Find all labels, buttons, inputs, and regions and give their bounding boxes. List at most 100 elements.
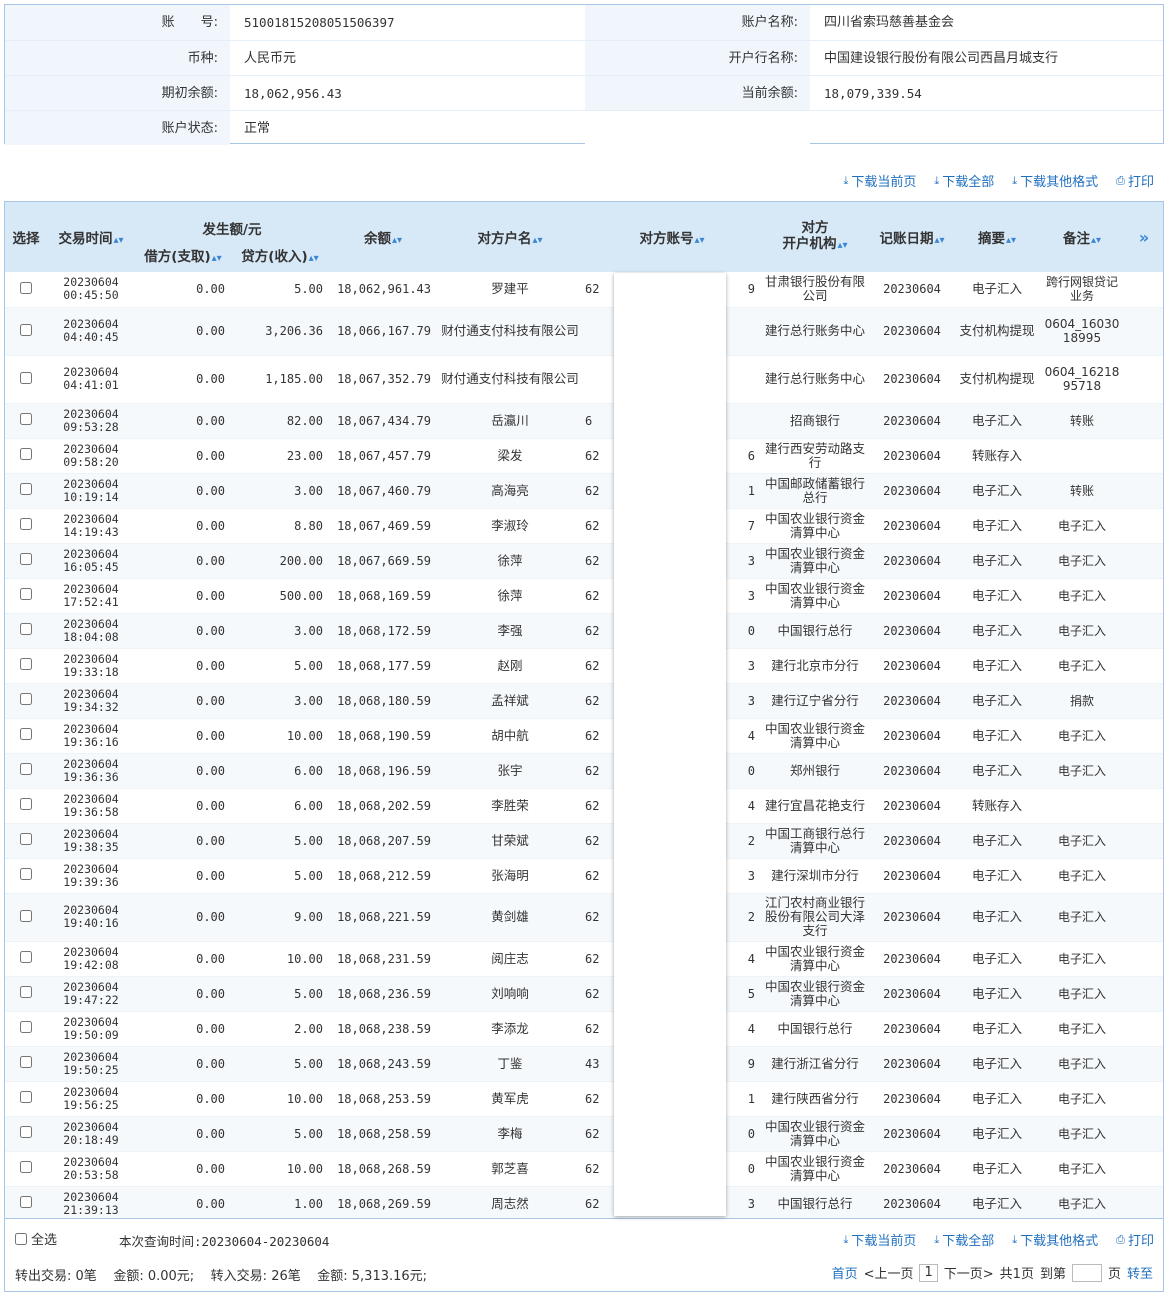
row-select[interactable] <box>5 355 47 404</box>
row-select[interactable] <box>5 858 47 894</box>
table-row[interactable]: 20230604 19:42:08 0.00 10.00 18,068,231.59 阅庄… <box>5 941 1163 977</box>
col-summary[interactable]: 摘要▴▾ <box>955 202 1039 272</box>
row-select[interactable] <box>5 1046 47 1082</box>
table-row[interactable]: 20230604 18:04:08 0.00 3.00 18,068,172.59 李强 6… <box>5 613 1163 649</box>
row-checkbox[interactable] <box>20 518 32 530</box>
table-row[interactable]: 20230604 00:45:50 0.00 5.00 18,062,961.43 罗建平… <box>5 272 1163 308</box>
row-checkbox[interactable] <box>20 909 32 922</box>
row-select[interactable] <box>5 543 47 579</box>
row-checkbox[interactable] <box>20 448 32 460</box>
goto-page-input[interactable] <box>1071 1263 1102 1282</box>
col-party-name[interactable]: 对方户名▴▾ <box>437 202 583 272</box>
table-row[interactable]: 20230604 19:50:25 0.00 5.00 18,068,243.59 丁鉴 4… <box>5 1046 1163 1082</box>
row-checkbox[interactable] <box>20 868 32 880</box>
col-party-bank[interactable]: 对方 开户机构▴▾ <box>761 202 869 272</box>
row-checkbox[interactable] <box>20 1196 32 1208</box>
row-checkbox[interactable] <box>20 588 32 600</box>
table-row[interactable]: 20230604 19:39:36 0.00 5.00 18,068,212.59 张海明… <box>5 858 1163 894</box>
download-all-link[interactable]: ⤓ 下载全部 <box>934 171 994 191</box>
row-select[interactable] <box>5 648 47 684</box>
row-checkbox[interactable] <box>20 833 32 845</box>
row-checkbox[interactable] <box>20 413 32 425</box>
table-row[interactable]: 20230604 19:36:16 0.00 10.00 18,068,190.59 胡中… <box>5 718 1163 754</box>
row-checkbox[interactable] <box>20 658 32 670</box>
table-row[interactable]: 20230604 19:36:36 0.00 6.00 18,068,196.59 张宇 6… <box>5 753 1163 789</box>
row-checkbox[interactable] <box>20 323 32 336</box>
more-columns-button[interactable]: » <box>1125 202 1163 272</box>
download-other-link[interactable]: ⤓ 下载其他格式 <box>1012 171 1098 191</box>
table-row[interactable]: 20230604 14:19:43 0.00 8.80 18,067,469.59 李淑玲… <box>5 508 1163 544</box>
row-select[interactable] <box>5 578 47 614</box>
row-checkbox[interactable] <box>20 483 32 495</box>
col-debit[interactable]: 借方(支取)▴▾ <box>135 238 231 272</box>
col-remark[interactable]: 备注▴▾ <box>1039 202 1125 272</box>
row-select[interactable] <box>5 613 47 649</box>
row-checkbox[interactable] <box>20 1056 32 1068</box>
row-select[interactable] <box>5 1151 47 1187</box>
col-credit[interactable]: 贷方(收入)▴▾ <box>231 238 329 272</box>
table-row[interactable]: 20230604 09:53:28 0.00 82.00 18,067,434.79 岳瀛… <box>5 403 1163 439</box>
row-checkbox[interactable] <box>20 1091 32 1103</box>
next-page-link[interactable]: 下一页> <box>944 1263 994 1282</box>
col-time[interactable]: 交易时间▴▾ <box>47 202 135 272</box>
table-row[interactable]: 20230604 19:33:18 0.00 5.00 18,068,177.59 赵刚 6… <box>5 648 1163 684</box>
table-row[interactable]: 20230604 19:47:22 0.00 5.00 18,068,236.59 刘响响… <box>5 976 1163 1012</box>
row-select[interactable] <box>5 403 47 439</box>
table-row[interactable]: 20230604 10:19:14 0.00 3.00 18,067,460.79 高海亮… <box>5 473 1163 509</box>
download-page-link[interactable]: ⤓ 下载当前页 <box>844 1230 917 1250</box>
table-row[interactable]: 20230604 04:41:01 0.00 1,185.00 18,067,352.7… <box>5 355 1163 404</box>
first-page-link[interactable]: 首页 <box>832 1263 858 1282</box>
prev-page-link[interactable]: <上一页 <box>864 1263 914 1282</box>
row-select[interactable] <box>5 1011 47 1047</box>
row-checkbox[interactable] <box>20 728 32 740</box>
table-row[interactable]: 20230604 19:56:25 0.00 10.00 18,068,253.59 黄军… <box>5 1081 1163 1117</box>
download-all-link[interactable]: ⤓ 下载全部 <box>934 1230 994 1250</box>
row-checkbox[interactable] <box>20 951 32 963</box>
row-select[interactable] <box>5 976 47 1012</box>
row-select[interactable] <box>5 307 47 356</box>
table-row[interactable]: 20230604 20:53:58 0.00 10.00 18,068,268.59 郭芝… <box>5 1151 1163 1187</box>
row-select[interactable] <box>5 1081 47 1117</box>
row-select[interactable] <box>5 1116 47 1152</box>
download-page-link[interactable]: ⤓ 下载当前页 <box>844 171 917 191</box>
row-checkbox[interactable] <box>20 1021 32 1033</box>
table-row[interactable]: 20230604 19:38:35 0.00 5.00 18,068,207.59 甘荣斌… <box>5 823 1163 859</box>
row-checkbox[interactable] <box>20 623 32 635</box>
select-all-checkbox[interactable] <box>15 1232 27 1245</box>
row-select[interactable] <box>5 683 47 719</box>
row-checkbox[interactable] <box>20 1161 32 1173</box>
table-row[interactable]: 20230604 09:58:20 0.00 23.00 18,067,457.79 梁发… <box>5 438 1163 474</box>
row-checkbox[interactable] <box>20 986 32 998</box>
row-select[interactable] <box>5 893 47 942</box>
row-select[interactable] <box>5 718 47 754</box>
col-party-account[interactable]: 对方账号▴▾ <box>583 202 761 272</box>
row-checkbox[interactable] <box>20 1126 32 1138</box>
select-all[interactable]: 全选 <box>15 1229 57 1248</box>
row-select[interactable] <box>5 272 47 308</box>
table-row[interactable]: 20230604 19:40:16 0.00 9.00 18,068,221.59 黄剑雄… <box>5 893 1163 942</box>
col-post-date[interactable]: 记账日期▴▾ <box>869 202 955 272</box>
row-select[interactable] <box>5 473 47 509</box>
row-checkbox[interactable] <box>20 553 32 565</box>
table-row[interactable]: 20230604 17:52:41 0.00 500.00 18,068,169.59 徐… <box>5 578 1163 614</box>
table-row[interactable]: 20230604 04:40:45 0.00 3,206.36 18,066,167.7… <box>5 307 1163 356</box>
print-link[interactable]: ⎙ 打印 <box>1116 1230 1154 1250</box>
goto-button[interactable]: 转至 <box>1127 1263 1153 1282</box>
row-checkbox[interactable] <box>20 281 32 294</box>
table-row[interactable]: 20230604 19:50:09 0.00 2.00 18,068,238.59 李添龙… <box>5 1011 1163 1047</box>
row-select[interactable] <box>5 753 47 789</box>
col-balance[interactable]: 余额▴▾ <box>329 202 437 272</box>
table-row[interactable]: 20230604 19:34:32 0.00 3.00 18,068,180.59 孟祥斌… <box>5 683 1163 719</box>
table-row[interactable]: 20230604 19:36:58 0.00 6.00 18,068,202.59 李胜荣… <box>5 788 1163 824</box>
row-checkbox[interactable] <box>20 763 32 775</box>
table-row[interactable]: 20230604 21:39:13 0.00 1.00 18,068,269.59 周志然… <box>5 1186 1163 1218</box>
download-other-link[interactable]: ⤓ 下载其他格式 <box>1012 1230 1098 1250</box>
row-select[interactable] <box>5 941 47 977</box>
row-checkbox[interactable] <box>20 371 32 384</box>
row-select[interactable] <box>5 1186 47 1218</box>
row-select[interactable] <box>5 508 47 544</box>
table-row[interactable]: 20230604 20:18:49 0.00 5.00 18,068,258.59 李梅 6… <box>5 1116 1163 1152</box>
row-select[interactable] <box>5 823 47 859</box>
row-checkbox[interactable] <box>20 693 32 705</box>
print-link[interactable]: ⎙ 打印 <box>1116 171 1154 191</box>
